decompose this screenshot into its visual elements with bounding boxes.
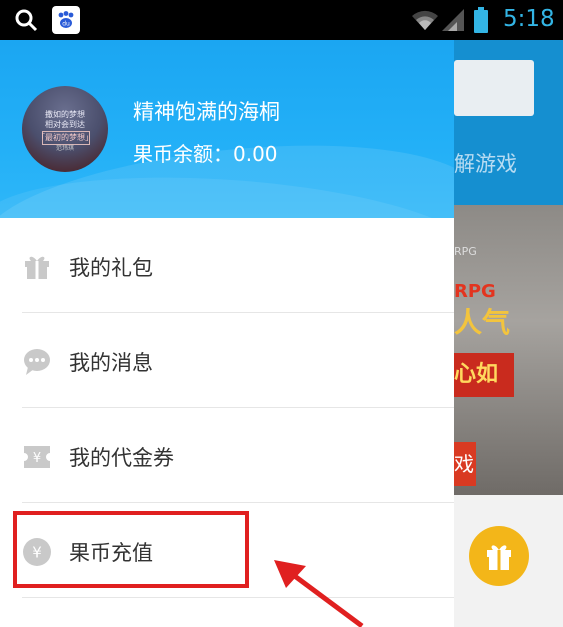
background-search-box[interactable]	[454, 60, 534, 116]
arrow-icon	[274, 560, 364, 627]
banner-text: RPG	[454, 281, 496, 302]
gift-icon	[25, 256, 49, 279]
signal-icon	[442, 9, 464, 31]
avatar-text: 范玮琪	[55, 145, 74, 152]
user-name[interactable]: 精神饱满的海桐	[133, 96, 280, 126]
menu-item-messages[interactable]: 我的消息	[22, 313, 454, 408]
background-app: 解游戏 RPG RPG 人气 心如 戏	[454, 40, 563, 627]
message-icon	[24, 349, 50, 375]
menu-item-gifts[interactable]: 我的礼包	[22, 218, 454, 313]
search-icon[interactable]	[14, 8, 38, 32]
banner-text: RPG	[454, 245, 477, 258]
avatar-text: 撒如的梦想	[45, 110, 85, 119]
gift-fab-button[interactable]	[469, 526, 529, 586]
avatar-text: 「最初的梦想」	[37, 133, 93, 142]
menu-item-label: 我的礼包	[69, 256, 153, 280]
baidu-icon: du	[52, 6, 80, 34]
menu-item-label: 我的消息	[69, 351, 153, 375]
banner-text: 戏	[454, 442, 476, 486]
avatar-text: 相对会到达	[45, 120, 85, 129]
status-bar: du 5:18	[0, 0, 563, 40]
battery-icon	[474, 7, 488, 33]
background-tab[interactable]: 解游戏	[454, 148, 517, 178]
coin-balance: 果币余额：0.00	[133, 142, 278, 166]
wifi-icon	[412, 10, 438, 30]
voucher-icon: ¥	[24, 446, 50, 468]
banner-text: 心如	[454, 353, 514, 397]
avatar[interactable]: 撒如的梦想 相对会到达 「最初的梦想」 范玮琪	[22, 86, 108, 172]
status-time: 5:18	[503, 6, 555, 32]
menu-item-label: 我的代金券	[69, 446, 174, 470]
background-banner[interactable]: RPG RPG 人气 心如 戏	[454, 205, 563, 495]
banner-text: 人气	[454, 306, 511, 335]
gift-icon	[487, 545, 511, 570]
svg-text:¥: ¥	[33, 451, 41, 466]
background-app-header: 解游戏	[454, 40, 563, 205]
menu-item-vouchers[interactable]: ¥ 我的代金券	[22, 408, 454, 503]
svg-text:du: du	[62, 21, 70, 28]
highlight-box	[13, 511, 249, 588]
drawer-header: 撒如的梦想 相对会到达 「最初的梦想」 范玮琪 精神饱满的海桐 果币余额：0.0…	[0, 40, 454, 218]
